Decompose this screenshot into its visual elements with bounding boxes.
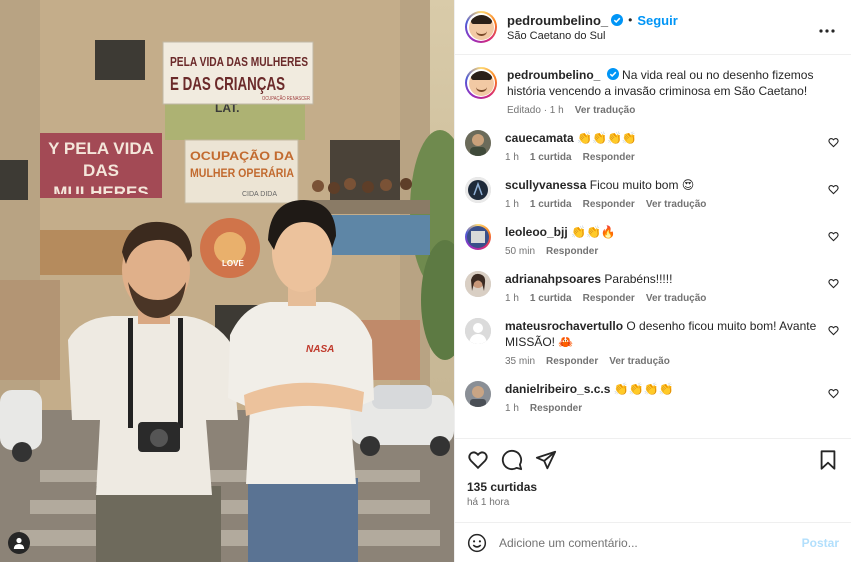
comment-reply[interactable]: Responder [546, 246, 598, 257]
comment-item: adrianahpsoares Parabéns!!!!! 1 h 1 curt… [465, 271, 839, 304]
banner-middle: OCUPAÇÃO DA MULHER OPERÁRIA CIDA DIDA [184, 139, 299, 204]
comment-likes[interactable]: 1 curtida [530, 152, 572, 163]
illustration: LAT. LOVE PELA VIDA DAS MULHERES E DAS C… [0, 0, 454, 562]
user-tag-icon [13, 537, 25, 549]
post-header: pedroumbelino_ • Seguir São Caetano do S… [455, 0, 851, 55]
banner-middle-line2: MULHER OPERÁRIA [190, 165, 294, 180]
comment-username[interactable]: adrianahpsoares [505, 272, 601, 286]
comment-likes[interactable]: 1 curtida [530, 199, 572, 210]
comment-text: 👏👏🔥 [571, 225, 616, 239]
banner-left: Y PELA VIDA DAS MULHERES [40, 133, 162, 198]
caption-edited: Editado · 1 h [507, 105, 564, 116]
comments-list[interactable]: pedroumbelino_ Na vida real ou no desenh… [455, 55, 851, 438]
author-avatar[interactable] [465, 11, 497, 43]
action-bar [455, 438, 851, 480]
caption: pedroumbelino_ Na vida real ou no desenh… [465, 67, 839, 116]
comment-item: scullyvanessa Ficou muito bom 😍 1 h 1 cu… [465, 177, 839, 210]
comment-username[interactable]: mateusrochavertullo [505, 319, 623, 333]
comment-reply[interactable]: Responder [583, 293, 635, 304]
comment-reply[interactable]: Responder [530, 403, 582, 414]
banner-left-text: Y PELA VIDA DAS MULHERES [48, 139, 154, 194]
comment-reply[interactable]: Responder [546, 356, 598, 367]
comment-like-heart-icon[interactable] [828, 325, 839, 336]
comment-time: 50 min [505, 246, 536, 257]
comment-text: 👏👏👏👏 [577, 131, 637, 145]
comment-like-heart-icon[interactable] [828, 231, 839, 242]
post-time[interactable]: há 1 hora [455, 494, 851, 522]
follow-button[interactable]: Seguir [637, 13, 677, 28]
post-image[interactable]: LAT. LOVE PELA VIDA DAS MULHERES E DAS C… [0, 0, 454, 562]
comment-composer: Postar [455, 522, 851, 562]
comment-item: leoleoo_bjj 👏👏🔥 50 min Responder [465, 224, 839, 257]
caption-translate[interactable]: Ver tradução [575, 105, 636, 116]
comment-icon[interactable] [501, 449, 523, 471]
emoji-icon[interactable] [467, 533, 487, 553]
comment-time: 1 h [505, 199, 519, 210]
author-username[interactable]: pedroumbelino_ [507, 13, 608, 28]
comment-like-heart-icon[interactable] [828, 278, 839, 289]
comment-text: Parabéns!!!!! [604, 272, 673, 286]
banner-middle-small: CIDA DIDA [242, 191, 277, 198]
comment-item: cauecamata 👏👏👏👏 1 h 1 curtida Responder [465, 130, 839, 163]
comment-avatar[interactable] [465, 224, 491, 250]
verified-badge-icon [611, 14, 624, 26]
shirt-text: NASA [306, 344, 334, 355]
likes-count[interactable]: 135 curtidas [455, 480, 851, 494]
share-icon[interactable] [535, 449, 557, 471]
banner-top-line2: E DAS CRIANÇAS [170, 74, 285, 94]
comment-translate[interactable]: Ver tradução [646, 293, 707, 304]
comment-username[interactable]: scullyvanessa [505, 178, 586, 192]
comment-time: 35 min [505, 356, 536, 367]
banner-top-small: OCUPAÇÃO RENASCER [262, 95, 310, 102]
comment-likes[interactable]: 1 curtida [530, 293, 572, 304]
banner-top-line1: PELA VIDA DAS MULHERES [170, 54, 308, 69]
comment-item: mateusrochavertullo O desenho ficou muit… [465, 318, 839, 367]
comment-like-heart-icon[interactable] [828, 137, 839, 148]
post-sidebar: pedroumbelino_ • Seguir São Caetano do S… [454, 0, 851, 562]
comment-reply[interactable]: Responder [583, 199, 635, 210]
comment-avatar[interactable] [465, 271, 491, 297]
comment-time: 1 h [505, 293, 519, 304]
comment-avatar[interactable] [465, 177, 491, 203]
comment-reply[interactable]: Responder [583, 152, 635, 163]
separator-dot: • [628, 13, 633, 27]
comment-like-heart-icon[interactable] [828, 388, 839, 399]
comment-username[interactable]: cauecamata [505, 131, 574, 145]
user-tag-button[interactable] [8, 532, 30, 554]
comment-username[interactable]: danielribeiro_s.c.s [505, 382, 610, 396]
comment-translate[interactable]: Ver tradução [646, 199, 707, 210]
comment-username[interactable]: leoleoo_bjj [505, 225, 568, 239]
caption-verified-icon [606, 68, 619, 80]
comment-input[interactable] [499, 535, 802, 550]
post-comment-button[interactable]: Postar [802, 536, 839, 550]
caption-username[interactable]: pedroumbelino_ [507, 68, 600, 82]
bookmark-icon[interactable] [817, 449, 839, 471]
comment-text: Ficou muito bom 😍 [589, 178, 695, 192]
comment-item: danielribeiro_s.c.s 👏👏👏👏 1 h Responder [465, 381, 839, 414]
post-location[interactable]: São Caetano do Sul [507, 30, 815, 42]
comment-like-heart-icon[interactable] [828, 184, 839, 195]
comment-translate[interactable]: Ver tradução [609, 356, 670, 367]
comment-time: 1 h [505, 403, 519, 414]
banner-middle-line1: OCUPAÇÃO DA [190, 148, 294, 163]
heart-icon[interactable] [467, 449, 489, 471]
comment-avatar[interactable] [465, 130, 491, 156]
comment-time: 1 h [505, 152, 519, 163]
more-options-icon[interactable] [815, 17, 839, 38]
comment-text: 👏👏👏👏 [613, 382, 674, 396]
comment-avatar[interactable] [465, 318, 491, 344]
comment-avatar[interactable] [465, 381, 491, 407]
wall-text-love: LOVE [222, 259, 244, 268]
caption-avatar[interactable] [465, 67, 497, 99]
banner-top: PELA VIDA DAS MULHERES E DAS CRIANÇAS OC… [162, 41, 314, 105]
